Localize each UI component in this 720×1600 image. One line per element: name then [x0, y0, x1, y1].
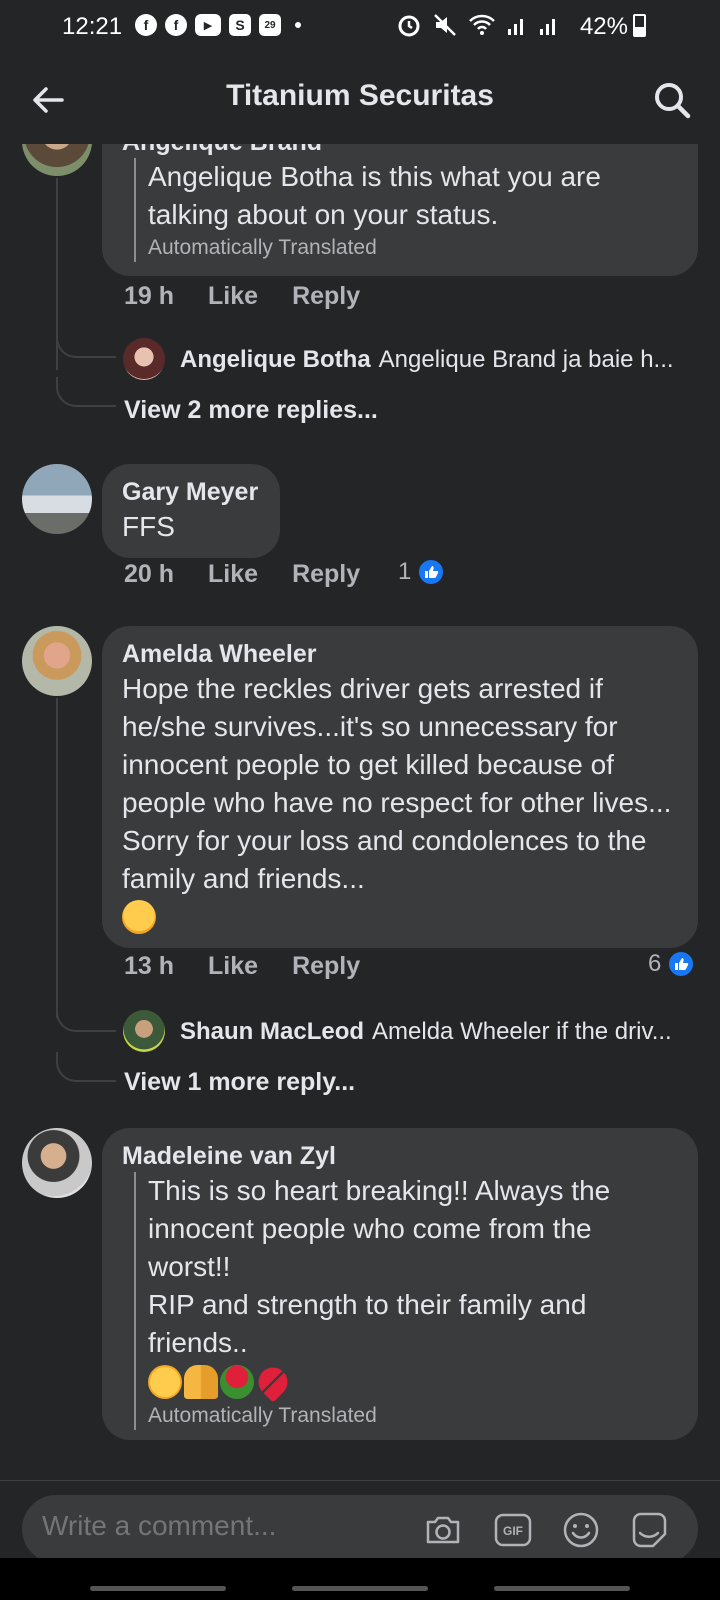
crying-face-emoji	[122, 900, 156, 934]
youtube-icon: ▶	[195, 14, 221, 36]
nav-home-button[interactable]	[292, 1586, 428, 1591]
reply-preview[interactable]: Angelique Botha Angelique Brand ja baie …	[180, 346, 674, 374]
avatar[interactable]	[22, 626, 92, 696]
page-title: Titanium Securitas	[226, 79, 494, 112]
broken-heart-emoji	[252, 1361, 294, 1403]
battery-icon	[633, 14, 646, 37]
thumbs-up-icon	[667, 950, 696, 978]
avatar[interactable]	[22, 464, 92, 534]
svg-text:GIF: GIF	[503, 1524, 523, 1538]
wifi-icon	[469, 14, 495, 35]
comment-input[interactable]	[42, 1510, 402, 1542]
like-button[interactable]: Like	[208, 560, 258, 589]
comment-author[interactable]: Amelda Wheeler	[122, 638, 678, 670]
thumbs-up-icon	[417, 558, 446, 586]
facebook-icon: f	[165, 14, 187, 36]
comment-author[interactable]: Angelique Brand	[122, 144, 678, 158]
thread-curve	[56, 328, 116, 358]
signal-icon	[508, 19, 523, 35]
thread-curve	[56, 1052, 116, 1082]
more-notifications-dot	[295, 22, 301, 28]
camera-icon[interactable]	[422, 1509, 464, 1551]
gif-icon[interactable]: GIF	[492, 1509, 534, 1551]
comment-bubble[interactable]: Angelique Brand Angelique Botha is this …	[102, 144, 698, 276]
translated-text-block: This is so heart breaking!! Always the i…	[134, 1172, 678, 1430]
comment-composer-bar: GIF	[0, 1480, 720, 1563]
like-count: 6	[648, 950, 662, 977]
reply-button[interactable]: Reply	[292, 560, 360, 589]
like-button[interactable]: Like	[208, 952, 258, 981]
search-icon[interactable]	[652, 80, 692, 120]
comments-list: Angelique Brand Angelique Botha is this …	[0, 144, 720, 1480]
sad-face-emoji	[148, 1365, 182, 1399]
nav-back-button[interactable]	[494, 1586, 630, 1591]
comment-text: RIP and strength to their family and fri…	[148, 1289, 587, 1358]
like-count: 1	[398, 558, 412, 585]
comment-author[interactable]: Gary Meyer	[122, 476, 260, 508]
auto-translated-label[interactable]: Automatically Translated	[148, 234, 678, 262]
comment-text: Angelique Botha is this what you are tal…	[148, 161, 601, 230]
reaction-count[interactable]: 6	[648, 950, 696, 978]
calendar-icon: 29	[259, 14, 281, 36]
reply-button[interactable]: Reply	[292, 282, 360, 311]
reply-preview[interactable]: Shaun MacLeod Amelda Wheeler if the driv…	[180, 1018, 672, 1046]
view-more-replies-link[interactable]: View 2 more replies...	[124, 396, 378, 425]
comment-time: 13 h	[124, 952, 175, 980]
s-app-icon: S	[229, 14, 251, 36]
praying-hands-emoji	[184, 1365, 218, 1399]
translated-text-block: Angelique Botha is this what you are tal…	[134, 158, 678, 262]
thread-curve	[56, 1002, 116, 1032]
reply-author: Angelique Botha	[180, 346, 371, 373]
avatar[interactable]	[22, 1128, 92, 1198]
battery-percent: 42%	[579, 13, 628, 40]
reply-button[interactable]: Reply	[292, 952, 360, 981]
system-icons	[396, 12, 560, 38]
like-button[interactable]: Like	[208, 282, 258, 311]
reply-text: Amelda Wheeler if the driv...	[372, 1018, 672, 1045]
rose-emoji	[220, 1365, 254, 1399]
comment-bubble[interactable]: Gary Meyer FFS	[102, 464, 280, 558]
emoji-icon[interactable]	[560, 1509, 602, 1551]
status-time: 12:21	[62, 13, 123, 40]
comment-author[interactable]: Madeleine van Zyl	[122, 1140, 678, 1172]
notification-icons: f f ▶ S 29	[135, 14, 301, 36]
thread-curve	[56, 377, 116, 407]
nav-recents-button[interactable]	[90, 1586, 226, 1591]
reply-author: Shaun MacLeod	[180, 1018, 365, 1045]
signal-icon	[540, 19, 555, 35]
comment-time: 20 h	[124, 560, 175, 588]
avatar[interactable]	[22, 144, 92, 176]
comment-time: 19 h	[124, 282, 175, 310]
alarm-icon	[398, 15, 420, 37]
facebook-icon: f	[135, 14, 157, 36]
top-app-bar: Titanium Securitas	[0, 54, 720, 144]
mute-icon	[434, 14, 456, 36]
reaction-count[interactable]: 1	[398, 558, 446, 586]
comment-text: This is so heart breaking!! Always the i…	[148, 1175, 611, 1282]
status-bar: 12:21 f f ▶ S 29 42%	[0, 0, 720, 54]
comment-bubble[interactable]: Amelda Wheeler Hope the reckles driver g…	[102, 626, 698, 948]
emoji-row	[148, 1361, 678, 1403]
thread-line	[56, 698, 58, 1018]
avatar[interactable]	[123, 338, 165, 380]
avatar[interactable]	[123, 1010, 165, 1052]
comment-actions: 19 h Like Reply	[124, 282, 394, 311]
comment-composer[interactable]: GIF	[22, 1495, 698, 1563]
comment-text: FFS	[122, 511, 175, 542]
comment-actions: 13 h Like Reply	[124, 952, 394, 981]
emoji-row	[122, 898, 678, 936]
comment-actions: 20 h Like Reply	[124, 560, 394, 589]
comment-text: Hope the reckles driver gets arrested if…	[122, 673, 672, 894]
comment-bubble[interactable]: Madeleine van Zyl This is so heart break…	[102, 1128, 698, 1440]
sticker-icon[interactable]	[628, 1509, 670, 1551]
reply-text: Angelique Brand ja baie h...	[378, 346, 674, 373]
view-more-replies-link[interactable]: View 1 more reply...	[124, 1068, 355, 1097]
system-navigation-bar	[0, 1558, 720, 1600]
auto-translated-label[interactable]: Automatically Translated	[148, 1402, 678, 1430]
